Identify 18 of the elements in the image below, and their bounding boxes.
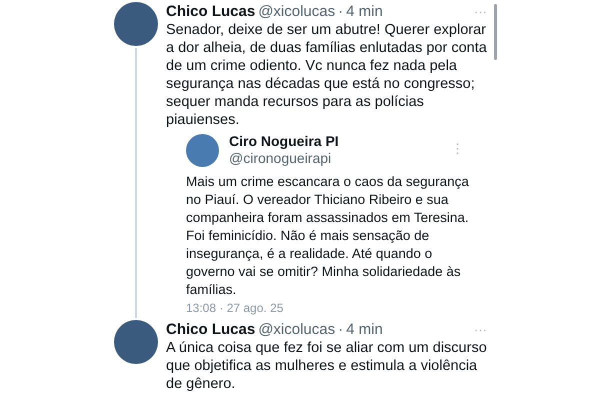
avatar[interactable] (114, 2, 158, 46)
author-name[interactable]: Chico Lucas (166, 320, 256, 339)
quoted-post-text: Mais um crime escancara o caos da segurança no Piauí. O vereador Thiciano Ribeiro e sua companheira foram assassinados em Teresina. Foi feminicídio. Não é mais sensação de insegurança, é a realidade. Até quando o governo vai se omitir? Minha solidariedade às famílias. (186, 173, 470, 299)
post-text: Senador, deixe de ser um abutre! Querer explorar a dor alheia, de duas famílias enlutadas por conta de um crime odiento. Vc nunca fez nada pela segurança nas décadas que está no congresso; sequer manda recursos para as polícias piauienses. (166, 21, 488, 129)
post-time[interactable]: 4 min (346, 2, 383, 21)
author-name[interactable]: Ciro Nogueira PI (229, 133, 339, 150)
author-handle[interactable]: @xicolucas (258, 320, 336, 339)
avatar[interactable] (186, 134, 219, 166)
post-time[interactable]: 4 min (346, 320, 383, 339)
author-handle[interactable]: @cironogueirapi (229, 150, 339, 167)
scrollbar-thumb[interactable] (494, 4, 497, 60)
author-handle[interactable]: @xicolucas (258, 2, 336, 21)
separator-dot: · (338, 2, 344, 21)
author-name[interactable]: Chico Lucas (166, 2, 256, 21)
post-timestamp: 13:08 · 27 ago. 25 (186, 301, 284, 316)
post-text: A única coisa que fez foi se aliar com um discurso que objetifica as mulheres e estimula a violência de gênero. (166, 339, 488, 393)
avatar[interactable] (114, 320, 158, 364)
separator-dot: · (338, 320, 344, 339)
